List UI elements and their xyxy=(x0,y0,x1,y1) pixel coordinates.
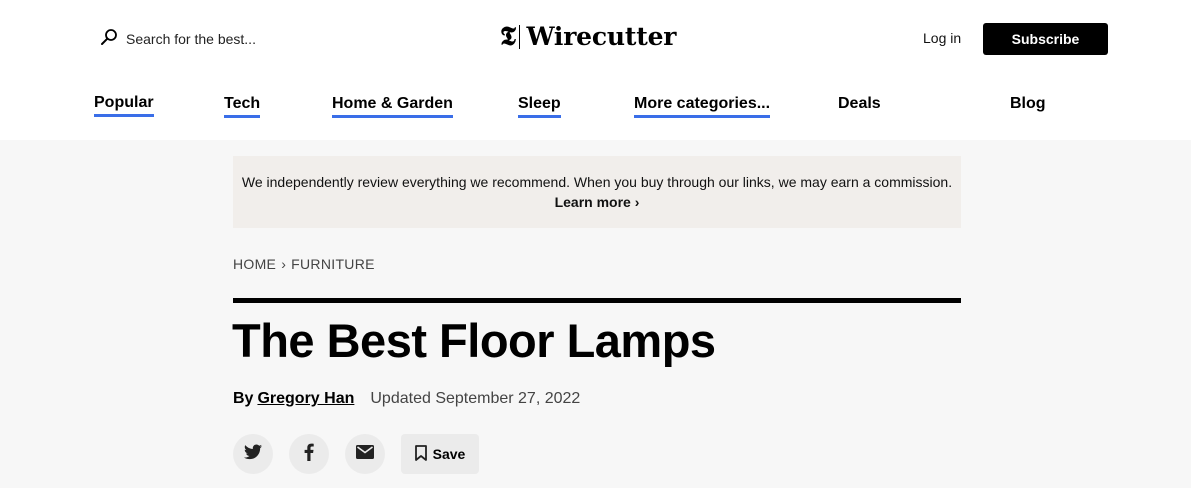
search-bar[interactable]: Search for the best... xyxy=(100,27,256,51)
breadcrumb-home[interactable]: HOME xyxy=(233,256,276,272)
breadcrumb-furniture[interactable]: FURNITURE xyxy=(291,256,375,272)
logo-divider xyxy=(518,25,521,49)
subscribe-button[interactable]: Subscribe xyxy=(983,23,1108,55)
disclosure-text: We independently review everything we re… xyxy=(241,174,953,190)
share-twitter-button[interactable] xyxy=(233,434,273,474)
search-icon[interactable] xyxy=(100,28,118,51)
facebook-icon xyxy=(304,443,314,466)
save-button[interactable]: Save xyxy=(401,434,479,474)
nav-tech[interactable]: Tech xyxy=(224,95,261,118)
updated-date: Updated September 27, 2022 xyxy=(370,390,581,407)
affiliate-disclosure: We independently review everything we re… xyxy=(233,156,961,228)
site-header: Search for the best... 𝕿 Wirecutter Log … xyxy=(0,0,1191,140)
breadcrumb-separator: › xyxy=(281,256,287,272)
share-facebook-button[interactable] xyxy=(289,434,329,474)
share-email-button[interactable] xyxy=(345,434,385,474)
nav-deals[interactable]: Deals xyxy=(838,95,881,117)
breadcrumb: HOME › FURNITURE xyxy=(233,256,375,272)
learn-more-link[interactable]: Learn more › xyxy=(233,194,961,210)
logo-wordmark: Wirecutter xyxy=(526,22,677,51)
bookmark-icon xyxy=(414,444,427,464)
nav-blog[interactable]: Blog xyxy=(1010,95,1046,117)
byline-label: By xyxy=(233,390,254,407)
login-link[interactable]: Log in xyxy=(923,30,961,46)
nav-home-garden[interactable]: Home & Garden xyxy=(332,95,453,118)
twitter-icon xyxy=(244,444,262,465)
nav-popular[interactable]: Popular xyxy=(94,94,154,117)
save-label: Save xyxy=(432,446,466,462)
nav-sleep[interactable]: Sleep xyxy=(518,95,561,118)
nav-more-categories[interactable]: More categories... xyxy=(634,95,771,118)
search-input[interactable]: Search for the best... xyxy=(126,31,256,47)
byline: By Gregory Han Updated September 27, 202… xyxy=(233,390,580,408)
nyt-logo-mark: 𝕿 xyxy=(500,22,516,52)
author-link[interactable]: Gregory Han xyxy=(257,390,354,408)
page-title: The Best Floor Lamps xyxy=(232,314,716,367)
wirecutter-logo[interactable]: 𝕿 Wirecutter xyxy=(500,22,676,52)
title-rule xyxy=(233,298,961,303)
email-icon xyxy=(356,444,374,464)
